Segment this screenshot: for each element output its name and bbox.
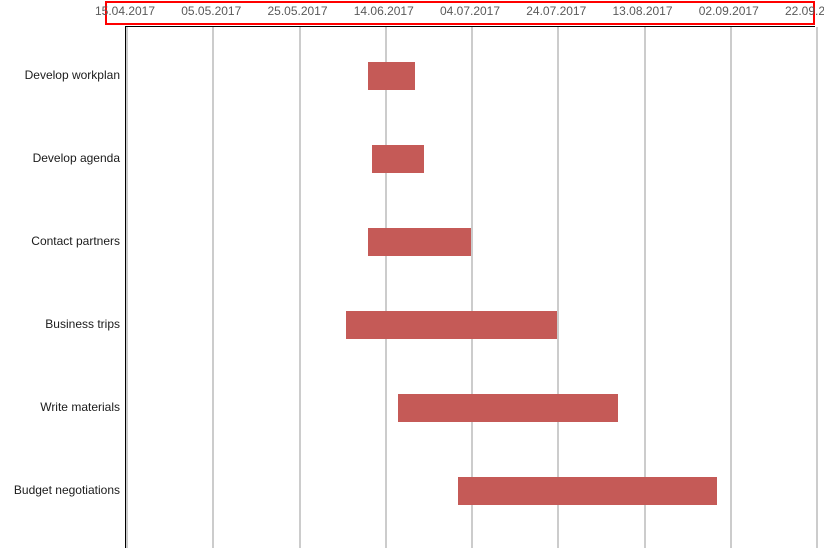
x-axis-tick: 22.09.2017 [785, 4, 824, 18]
grid-line [212, 27, 214, 548]
x-axis-tick: 04.07.2017 [440, 4, 500, 18]
category-label: Business trips [0, 317, 120, 331]
x-axis-tick: 25.05.2017 [267, 4, 327, 18]
category-label: Develop agenda [0, 151, 120, 165]
grid-line [126, 27, 128, 548]
grid-line [644, 27, 646, 548]
x-axis-tick: 02.09.2017 [699, 4, 759, 18]
grid-line [816, 27, 818, 548]
gantt-bar [458, 477, 717, 505]
category-label: Develop workplan [0, 68, 120, 82]
grid-line [730, 27, 732, 548]
x-axis-tick: 15.04.2017 [95, 4, 155, 18]
x-axis: 15.04.201705.05.201725.05.201714.06.2017… [105, 0, 815, 26]
x-axis-tick: 14.06.2017 [354, 4, 414, 18]
grid-line [557, 27, 559, 548]
gantt-bar [368, 62, 415, 90]
x-axis-tick: 13.08.2017 [612, 4, 672, 18]
x-axis-tick: 24.07.2017 [526, 4, 586, 18]
x-axis-tick: 05.05.2017 [181, 4, 241, 18]
gantt-bar [346, 311, 557, 339]
category-label: Write materials [0, 400, 120, 414]
grid-line [471, 27, 473, 548]
plot-area [125, 26, 815, 548]
gantt-bar [372, 145, 424, 173]
gantt-chart: 15.04.2017 05.05.2017 25.05.2017 14.06.2017… [0, 0, 824, 548]
grid-line [299, 27, 301, 548]
category-label: Contact partners [0, 234, 120, 248]
gantt-bar [368, 228, 472, 256]
gantt-bar [398, 394, 618, 422]
grid-line [385, 27, 387, 548]
category-label: Budget negotiations [0, 483, 120, 497]
